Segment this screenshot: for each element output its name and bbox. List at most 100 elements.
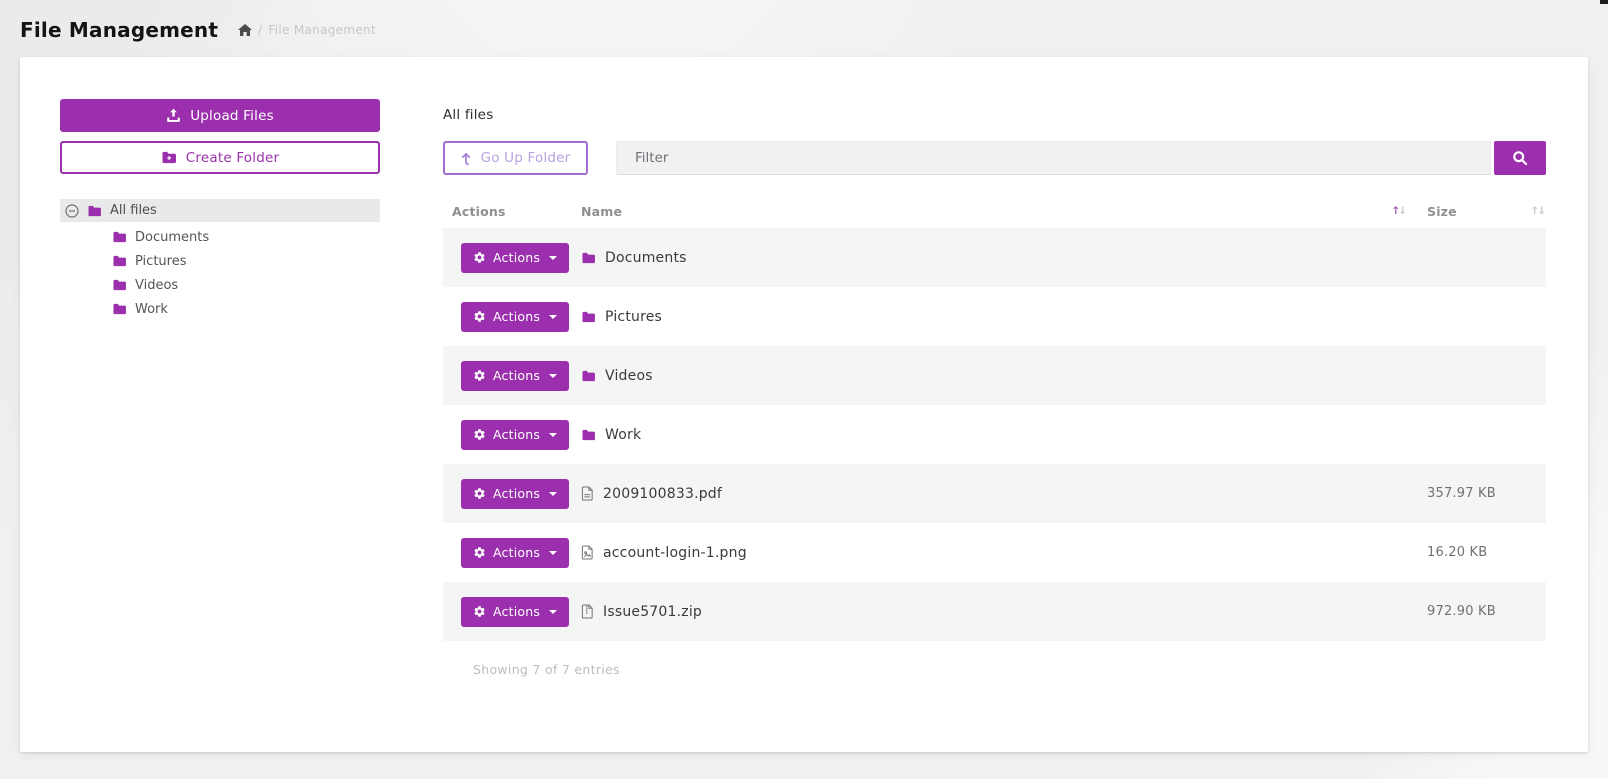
- file-manager-card: Upload Files Create Folder All files: [20, 57, 1588, 752]
- chevron-down-icon: [549, 315, 557, 319]
- tree-item-label: Documents: [135, 230, 209, 245]
- breadcrumb-current: File Management: [268, 23, 375, 37]
- folder-icon: [112, 279, 127, 291]
- sort-size-icon[interactable]: ↑↓: [1530, 205, 1544, 217]
- row-actions-label: Actions: [493, 545, 540, 560]
- sort-name-icon[interactable]: ↑↓: [1391, 205, 1405, 217]
- row-actions-button[interactable]: Actions: [461, 243, 569, 273]
- folder-icon: [112, 303, 127, 315]
- folder-row: Actions Videos: [443, 346, 1546, 405]
- folder-row: Actions Documents: [443, 228, 1546, 287]
- breadcrumb: / File Management: [238, 23, 376, 37]
- row-actions-button[interactable]: Actions: [461, 302, 569, 332]
- main-panel: All files Go Up Folder: [443, 99, 1546, 752]
- row-actions-label: Actions: [493, 309, 540, 324]
- folder-row: Actions Pictures: [443, 287, 1546, 346]
- row-actions-label: Actions: [493, 368, 540, 383]
- create-folder-label: Create Folder: [186, 150, 279, 166]
- filter-input[interactable]: [616, 141, 1491, 175]
- chevron-down-icon: [549, 256, 557, 260]
- row-actions-label: Actions: [493, 250, 540, 265]
- gear-icon: [473, 546, 486, 559]
- folder-plus-icon: [161, 151, 177, 164]
- tree-item-work[interactable]: Work: [60, 297, 380, 321]
- image-file-icon: [581, 545, 594, 560]
- file-name: Work: [605, 427, 641, 443]
- file-size: 16.20 KB: [1427, 545, 1487, 560]
- current-folder-label: All files: [443, 107, 1546, 123]
- row-actions-label: Actions: [493, 486, 540, 501]
- upload-files-button[interactable]: Upload Files: [60, 99, 380, 132]
- gear-icon: [473, 605, 486, 618]
- chevron-down-icon: [549, 610, 557, 614]
- gear-icon: [473, 487, 486, 500]
- sidebar: Upload Files Create Folder All files: [60, 99, 380, 752]
- folder-row: Actions Work: [443, 405, 1546, 464]
- gear-icon: [473, 428, 486, 441]
- tree-item-label: Work: [135, 302, 168, 317]
- pdf-file-icon: [581, 486, 594, 501]
- toolbar: Go Up Folder: [443, 141, 1546, 175]
- folder-tree: All files Documents Pictures Videos Work: [60, 199, 380, 321]
- tree-item-label: Pictures: [135, 254, 186, 269]
- go-up-folder-button[interactable]: Go Up Folder: [443, 141, 588, 175]
- file-row: Actions 2009100833.pdf 357.97 KB: [443, 464, 1546, 523]
- file-name: Pictures: [605, 309, 662, 325]
- folder-icon: [581, 311, 596, 323]
- file-name: Videos: [605, 368, 653, 384]
- chevron-down-icon: [549, 433, 557, 437]
- row-actions-label: Actions: [493, 427, 540, 442]
- column-header-actions: Actions: [443, 204, 581, 219]
- gear-icon: [473, 310, 486, 323]
- chevron-down-icon: [549, 492, 557, 496]
- file-name: Documents: [605, 250, 687, 266]
- collapse-minus-icon[interactable]: [65, 204, 79, 218]
- row-actions-button[interactable]: Actions: [461, 479, 569, 509]
- page-header: File Management / File Management: [20, 18, 376, 42]
- column-header-size: Size: [1427, 204, 1457, 219]
- upload-icon: [166, 108, 181, 123]
- folder-icon: [581, 370, 596, 382]
- tree-item-videos[interactable]: Videos: [60, 273, 380, 297]
- file-size: 972.90 KB: [1427, 604, 1496, 619]
- tree-item-all-files[interactable]: All files: [60, 199, 380, 222]
- folder-icon: [581, 252, 596, 264]
- folder-icon: [581, 429, 596, 441]
- file-name: Issue5701.zip: [603, 604, 702, 620]
- home-icon[interactable]: [238, 24, 252, 36]
- file-row: Actions account-login-1.png 16.20 KB: [443, 523, 1546, 582]
- file-size: 357.97 KB: [1427, 486, 1496, 501]
- gear-icon: [473, 251, 486, 264]
- create-folder-button[interactable]: Create Folder: [60, 141, 380, 174]
- file-name: account-login-1.png: [603, 545, 747, 561]
- row-actions-button[interactable]: Actions: [461, 597, 569, 627]
- tree-item-label: All files: [110, 203, 157, 218]
- corner-artifact: [1600, 0, 1608, 4]
- file-table-body: Actions Documents Actions: [443, 228, 1546, 641]
- row-actions-button[interactable]: Actions: [461, 538, 569, 568]
- row-actions-button[interactable]: Actions: [461, 420, 569, 450]
- folder-icon: [112, 255, 127, 267]
- row-actions-button[interactable]: Actions: [461, 361, 569, 391]
- folder-icon: [112, 231, 127, 243]
- folder-tree-children: Documents Pictures Videos Work: [60, 225, 380, 321]
- upload-files-label: Upload Files: [190, 108, 274, 124]
- column-header-name: Name: [581, 204, 622, 219]
- chevron-down-icon: [549, 551, 557, 555]
- entries-count: Showing 7 of 7 entries: [473, 662, 1546, 677]
- arrow-up-icon: [461, 151, 472, 166]
- breadcrumb-separator: /: [258, 23, 262, 37]
- search-button[interactable]: [1494, 141, 1546, 175]
- tree-item-documents[interactable]: Documents: [60, 225, 380, 249]
- tree-item-pictures[interactable]: Pictures: [60, 249, 380, 273]
- gear-icon: [473, 369, 486, 382]
- search-icon: [1512, 150, 1528, 166]
- folder-icon: [87, 205, 102, 217]
- chevron-down-icon: [549, 374, 557, 378]
- row-actions-label: Actions: [493, 604, 540, 619]
- go-up-folder-label: Go Up Folder: [481, 150, 571, 166]
- file-name: 2009100833.pdf: [603, 486, 722, 502]
- file-row: Actions Issue5701.zip 972.90 KB: [443, 582, 1546, 641]
- page-title: File Management: [20, 18, 218, 42]
- table-header: Actions Name ↑↓ Size ↑↓: [443, 194, 1546, 228]
